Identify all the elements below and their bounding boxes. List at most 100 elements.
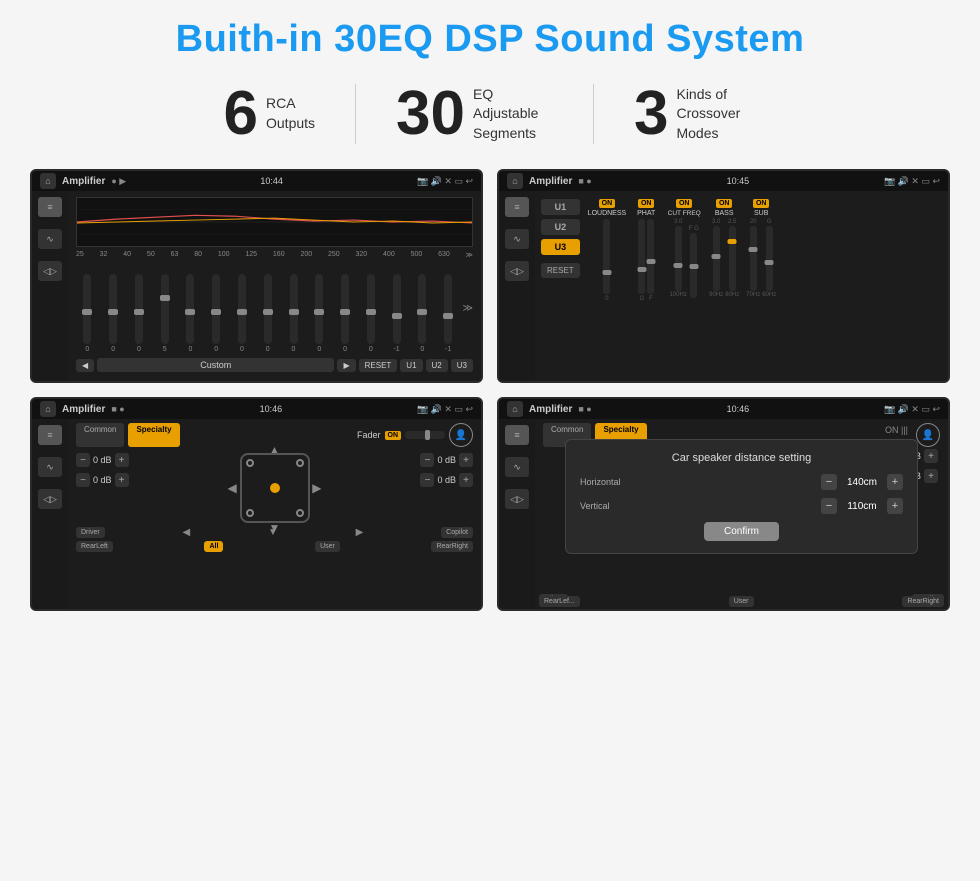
distance-vertical-minus[interactable]: − [821, 498, 837, 514]
bass-slider-2[interactable] [729, 226, 736, 291]
distance-horizontal-plus[interactable]: + [887, 474, 903, 490]
distance-home-icon[interactable]: ⌂ [507, 401, 523, 417]
eq-u1-btn[interactable]: U1 [400, 359, 422, 372]
fader-user-btn[interactable]: User [315, 541, 340, 552]
distance-rearleft-btn[interactable]: RearLef... [539, 596, 580, 607]
eq-prev-btn[interactable]: ◀ [76, 359, 94, 372]
cutfreq-slider-1[interactable] [675, 226, 682, 291]
crossover-u3-btn[interactable]: U3 [541, 239, 580, 255]
fader-sidebar-wave[interactable]: ∿ [38, 457, 62, 477]
eq-slider-11: 0 [359, 274, 382, 353]
crossover-u2-btn[interactable]: U2 [541, 219, 580, 235]
db-tr-minus[interactable]: − [420, 453, 434, 467]
eq-sidebar-volume[interactable]: ◁▷ [38, 261, 62, 281]
distance-body: ≡ ∿ ◁▷ Common Specialty ON ||| 👤 [499, 419, 948, 609]
eq-u3-btn[interactable]: U3 [451, 359, 473, 372]
channel-sub: ON SUB 20 70Hz [746, 199, 776, 373]
fader-db-left: − 0 dB + − 0 dB + [76, 453, 129, 523]
distance-bottom-row2: RearLef... User RearRight [539, 596, 944, 609]
fader-time: 10:46 [260, 404, 283, 414]
car-speaker-tl [246, 459, 254, 467]
db-bl-plus[interactable]: + [115, 473, 129, 487]
fader-db-bl: − 0 dB + [76, 473, 129, 487]
phat-sliders [638, 219, 654, 294]
distance-db-r2-plus[interactable]: + [924, 469, 938, 483]
fader-sidebar-volume[interactable]: ◁▷ [38, 489, 62, 509]
main-title: Buith-in 30EQ DSP Sound System [30, 18, 950, 61]
distance-horizontal-row: Horizontal − 140cm + [580, 474, 903, 490]
phat-slider-1[interactable] [638, 219, 645, 294]
distance-sidebar-wave[interactable]: ∿ [505, 457, 529, 477]
fader-home-icon[interactable]: ⌂ [40, 401, 56, 417]
distance-vertical-value: 110cm [842, 501, 882, 512]
db-tl-plus[interactable]: + [115, 453, 129, 467]
eq-slider-2: 0 [128, 274, 151, 353]
phat-slider-2[interactable] [647, 219, 654, 294]
crossover-sidebar-wave[interactable]: ∿ [505, 229, 529, 249]
eq-u2-btn[interactable]: U2 [426, 359, 448, 372]
fader-db-tl: − 0 dB + [76, 453, 129, 467]
distance-sidebar-eq[interactable]: ≡ [505, 425, 529, 445]
eq-sidebar-wave[interactable]: ∿ [38, 229, 62, 249]
crossover-u1-btn[interactable]: U1 [541, 199, 580, 215]
fader-main: Common Specialty Fader ON 👤 [68, 419, 481, 609]
eq-slider-12: -1 [385, 274, 408, 353]
car-outline [240, 453, 310, 523]
sub-label: SUB [754, 210, 768, 217]
crossover-home-icon[interactable]: ⌂ [507, 173, 523, 189]
db-br-minus[interactable]: − [420, 473, 434, 487]
cutfreq-slider-2[interactable] [690, 233, 697, 298]
distance-vertical-controls: − 110cm + [821, 498, 903, 514]
fader-label: Fader [357, 430, 381, 440]
distance-confirm-button[interactable]: Confirm [704, 522, 779, 541]
eq-home-icon[interactable]: ⌂ [40, 173, 56, 189]
eq-preset-label: Custom [97, 358, 334, 372]
eq-next-btn[interactable]: ▶ [337, 359, 355, 372]
loudness-val: 0 [605, 296, 608, 302]
fader-h-slider[interactable] [405, 431, 445, 439]
eq-sidebar-equalizer[interactable]: ≡ [38, 197, 62, 217]
distance-vertical-label: Vertical [580, 501, 640, 511]
fader-rearright-btn[interactable]: RearRight [431, 541, 473, 552]
fader-all-btn[interactable]: All [204, 541, 223, 552]
fader-tab-specialty[interactable]: Specialty [128, 423, 179, 447]
fader-driver-btn[interactable]: Driver [76, 527, 105, 538]
fader-body: ≡ ∿ ◁▷ Common Specialty Fader ON [32, 419, 481, 609]
fader-db-tr: − 0 dB + [420, 453, 473, 467]
crossover-status-left: ⌂ Amplifier ■ ● [507, 173, 592, 189]
eq-more-icon: ≫ [462, 303, 472, 314]
channel-loudness: ON LOUDNESS 0 [588, 199, 627, 373]
db-tr-plus[interactable]: + [459, 453, 473, 467]
distance-db-r1-plus[interactable]: + [924, 449, 938, 463]
fader-sidebar-eq[interactable]: ≡ [38, 425, 62, 445]
fader-bottom-arrow-r: ▶ [356, 527, 364, 538]
db-tl-minus[interactable]: − [76, 453, 90, 467]
eq-graph [76, 197, 473, 247]
db-br-plus[interactable]: + [459, 473, 473, 487]
crossover-sidebar-volume[interactable]: ◁▷ [505, 261, 529, 281]
eq-reset-btn[interactable]: RESET [359, 359, 398, 372]
fader-rearleft-btn[interactable]: RearLeft [76, 541, 113, 552]
distance-time: 10:46 [727, 404, 750, 414]
distance-status-bar: ⌂ Amplifier ■ ● 10:46 📷 🔊 ✕ ▭ ↩ [499, 399, 948, 419]
db-bl-minus[interactable]: − [76, 473, 90, 487]
fader-bottom-arrow-l: ◀ [182, 527, 190, 538]
distance-user-btn[interactable]: User [729, 596, 754, 607]
distance-horizontal-minus[interactable]: − [821, 474, 837, 490]
fader-copilot-btn[interactable]: Copilot [441, 527, 473, 538]
distance-sidebar-volume[interactable]: ◁▷ [505, 489, 529, 509]
distance-status-right: 📷 🔊 ✕ ▭ ↩ [884, 404, 940, 415]
bass-slider-1[interactable] [713, 226, 720, 291]
fader-tab-common[interactable]: Common [76, 423, 124, 447]
crossover-sidebar-eq[interactable]: ≡ [505, 197, 529, 217]
fader-db-br: − 0 dB + [420, 473, 473, 487]
distance-rearright-btn[interactable]: RearRight [902, 596, 944, 607]
sub-slider-1[interactable] [750, 226, 757, 291]
stats-row: 6 RCAOutputs 30 EQ AdjustableSegments 3 … [30, 83, 950, 145]
fader-app-title: Amplifier [62, 404, 105, 415]
sub-slider-2[interactable] [766, 226, 773, 291]
distance-vertical-plus[interactable]: + [887, 498, 903, 514]
eq-sliders: 0 0 0 5 [76, 263, 473, 355]
loudness-slider-1[interactable] [603, 219, 610, 294]
crossover-reset-btn[interactable]: RESET [541, 263, 580, 278]
